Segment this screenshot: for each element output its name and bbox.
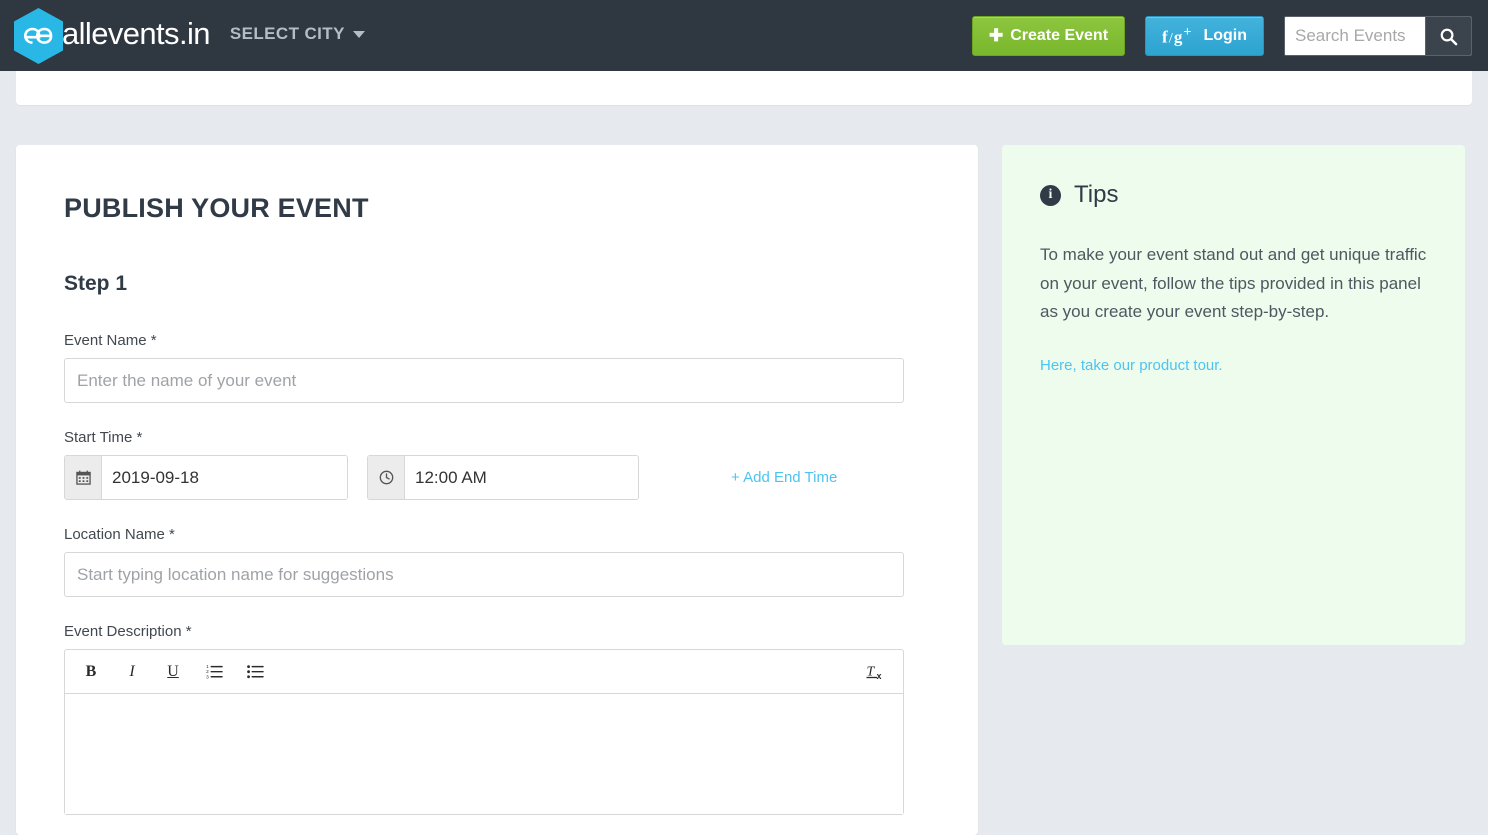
editor-toolbar: B I U 123 T x bbox=[65, 650, 903, 694]
editor-content-area[interactable] bbox=[65, 694, 903, 814]
ordered-list-icon[interactable]: 123 bbox=[202, 659, 226, 685]
brand-logo-group[interactable]: allevents.in SELECT CITY bbox=[12, 8, 365, 64]
select-city-dropdown[interactable]: SELECT CITY bbox=[230, 24, 365, 46]
start-date-input[interactable] bbox=[102, 456, 347, 499]
tips-body-text: To make your event stand out and get uni… bbox=[1040, 245, 1427, 321]
event-name-input[interactable] bbox=[64, 358, 904, 403]
tips-panel: i Tips To make your event stand out and … bbox=[1002, 145, 1465, 645]
select-city-label: SELECT CITY bbox=[229, 24, 345, 43]
search-icon bbox=[1440, 28, 1458, 45]
search-box bbox=[1284, 16, 1472, 56]
bold-icon[interactable]: B bbox=[79, 659, 103, 685]
allevents-hexagon-logo-icon bbox=[12, 7, 65, 65]
info-icon: i bbox=[1040, 184, 1061, 206]
start-time-label: Start Time * bbox=[64, 429, 143, 446]
login-button[interactable]: f/g+ Login bbox=[1145, 16, 1264, 56]
product-tour-link[interactable]: Here, take our product tour. bbox=[1040, 357, 1223, 374]
svg-text:3: 3 bbox=[206, 674, 209, 679]
unordered-list-icon[interactable] bbox=[243, 659, 267, 685]
publish-event-card: PUBLISH YOUR EVENT Step 1 Event Name * S… bbox=[16, 145, 978, 835]
search-button[interactable] bbox=[1425, 17, 1471, 55]
create-event-label: Create Event bbox=[1010, 27, 1109, 44]
italic-icon[interactable]: I bbox=[120, 659, 144, 685]
event-name-label: Event Name * bbox=[64, 332, 157, 349]
step-title: Step 1 bbox=[64, 272, 128, 295]
site-header: allevents.in SELECT CITY ✚ Create Event … bbox=[0, 0, 1488, 71]
page-title: PUBLISH YOUR EVENT bbox=[64, 193, 369, 223]
editor-toolbar-right-group: T x bbox=[865, 659, 889, 685]
google-plus-sup-icon: + bbox=[1183, 24, 1193, 41]
location-name-label: Location Name * bbox=[64, 526, 175, 543]
add-end-time-link[interactable]: + Add End Time bbox=[731, 469, 837, 486]
start-time-input[interactable] bbox=[405, 456, 638, 499]
event-description-label: Event Description * bbox=[64, 623, 192, 640]
create-event-button[interactable]: ✚ Create Event bbox=[971, 16, 1126, 56]
underline-icon[interactable]: U bbox=[161, 659, 185, 685]
start-time-input-group bbox=[367, 455, 639, 500]
remove-format-icon[interactable]: T x bbox=[865, 659, 889, 685]
chevron-down-icon bbox=[352, 30, 365, 38]
tips-title: Tips bbox=[1074, 181, 1119, 208]
plus-icon: ✚ bbox=[988, 26, 1004, 45]
social-icons-group: f/g+ bbox=[1162, 24, 1192, 48]
rich-text-editor: B I U 123 T x bbox=[64, 649, 904, 815]
tips-header: i Tips bbox=[1040, 181, 1427, 209]
location-name-input[interactable] bbox=[64, 552, 904, 597]
calendar-icon bbox=[65, 456, 102, 499]
start-time-field-group: Start Time * 2019-09-18 12:00 AM + Add E… bbox=[64, 429, 930, 500]
login-label: Login bbox=[1203, 27, 1247, 44]
editor-toolbar-left-group: B I U 123 bbox=[79, 659, 267, 685]
clock-icon bbox=[368, 456, 405, 499]
svg-text:x: x bbox=[877, 671, 882, 681]
event-description-field-group: Event Description * B I U 123 T x bbox=[64, 623, 930, 815]
start-time-row: + Add End Time bbox=[64, 455, 930, 500]
event-name-field-group: Event Name * bbox=[64, 332, 930, 403]
header-actions: ✚ Create Event f/g+ Login bbox=[971, 16, 1472, 56]
location-name-field-group: Location Name * bbox=[64, 526, 930, 597]
search-input[interactable] bbox=[1285, 17, 1425, 55]
google-plus-icon: g bbox=[1173, 27, 1184, 47]
start-date-input-group bbox=[64, 455, 348, 500]
brand-name: allevents.in bbox=[62, 16, 211, 51]
facebook-icon: f bbox=[1162, 27, 1169, 47]
